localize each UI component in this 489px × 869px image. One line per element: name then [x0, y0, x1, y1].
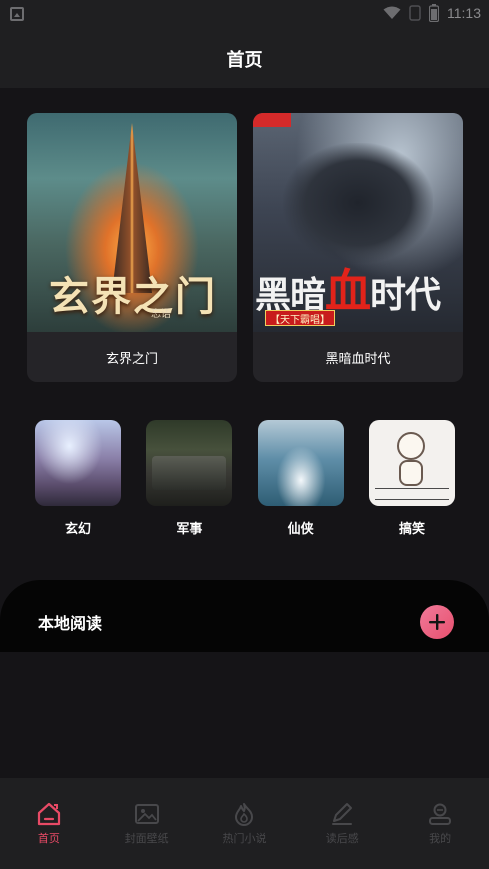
cover-title-part: 时代 — [370, 275, 441, 316]
category-thumbnail[interactable] — [368, 420, 455, 506]
featured-books: 玄界之门 忘语 玄界之门 黑暗血时代 【天下霸唱】 黑暗血时代 — [27, 113, 463, 382]
tab-label: 我的 — [429, 832, 452, 845]
tab-label: 首页 — [37, 832, 60, 845]
tab-hot-novels[interactable]: 热门小说 — [196, 778, 294, 869]
book-card[interactable]: 黑暗血时代 【天下霸唱】 黑暗血时代 — [253, 113, 463, 382]
tab-label: 封面壁纸 — [124, 832, 169, 845]
category-item[interactable]: 仙侠 — [257, 420, 344, 537]
thumbnail-art — [152, 456, 227, 490]
thumbnail-art — [374, 488, 449, 500]
user-icon — [429, 803, 452, 825]
book-card[interactable]: 玄界之门 忘语 玄界之门 — [27, 113, 237, 382]
book-title[interactable]: 黑暗血时代 — [253, 332, 463, 382]
local-reading-title: 本地阅读 — [38, 614, 103, 633]
category-thumbnail[interactable] — [257, 420, 344, 506]
tab-label: 热门小说 — [222, 832, 267, 845]
battery-icon — [429, 4, 439, 22]
status-time: 11:13 — [447, 5, 481, 21]
category-label[interactable]: 搞笑 — [399, 518, 425, 537]
cover-badge: 【天下霸唱】 — [265, 310, 335, 326]
category-label[interactable]: 军事 — [176, 518, 202, 537]
tab-cover-wallpaper[interactable]: 封面壁纸 — [98, 778, 196, 869]
pen-icon — [332, 803, 353, 825]
book-cover[interactable]: 玄界之门 忘语 — [27, 113, 237, 332]
page-title: 首页 — [226, 50, 263, 71]
tab-home[interactable]: 首页 — [0, 778, 98, 869]
category-list: 玄幻 军事 仙侠 搞笑 — [35, 420, 455, 537]
image-icon — [134, 804, 159, 824]
category-thumbnail[interactable] — [35, 420, 121, 506]
tab-label: 读后感 — [325, 832, 359, 845]
category-label[interactable]: 玄幻 — [65, 518, 91, 537]
category-thumbnail[interactable] — [146, 420, 233, 506]
book-cover[interactable]: 黑暗血时代 【天下霸唱】 — [253, 113, 463, 332]
category-label[interactable]: 仙侠 — [288, 518, 314, 537]
bottom-tab-bar: 首页 封面壁纸 热门小说 读后感 我的 — [0, 778, 489, 869]
cover-author: 忘语 — [151, 309, 171, 320]
category-item[interactable]: 玄幻 — [35, 420, 121, 537]
tab-profile[interactable]: 我的 — [391, 778, 489, 869]
add-book-button[interactable] — [420, 605, 454, 639]
header: 首页 — [0, 30, 489, 88]
cover-art — [283, 143, 433, 263]
cover-tag — [253, 113, 291, 127]
category-item[interactable]: 搞笑 — [368, 420, 455, 537]
plus-icon — [429, 614, 445, 630]
thumbnail-art — [396, 432, 425, 460]
tab-reviews[interactable]: 读后感 — [293, 778, 391, 869]
category-item[interactable]: 军事 — [146, 420, 233, 537]
cover-title-art: 玄界之门 — [49, 273, 217, 320]
thumbnail-art — [398, 460, 423, 486]
flame-icon — [235, 803, 254, 826]
book-title[interactable]: 玄界之门 — [27, 332, 237, 382]
status-right: 11:13 — [383, 4, 481, 22]
status-bar: 11:13 — [0, 0, 489, 30]
local-reading-panel: 本地阅读 — [0, 580, 489, 652]
sim-icon — [409, 5, 421, 21]
home-icon — [37, 802, 60, 826]
wifi-icon — [383, 6, 401, 19]
notification-icon — [10, 7, 24, 21]
